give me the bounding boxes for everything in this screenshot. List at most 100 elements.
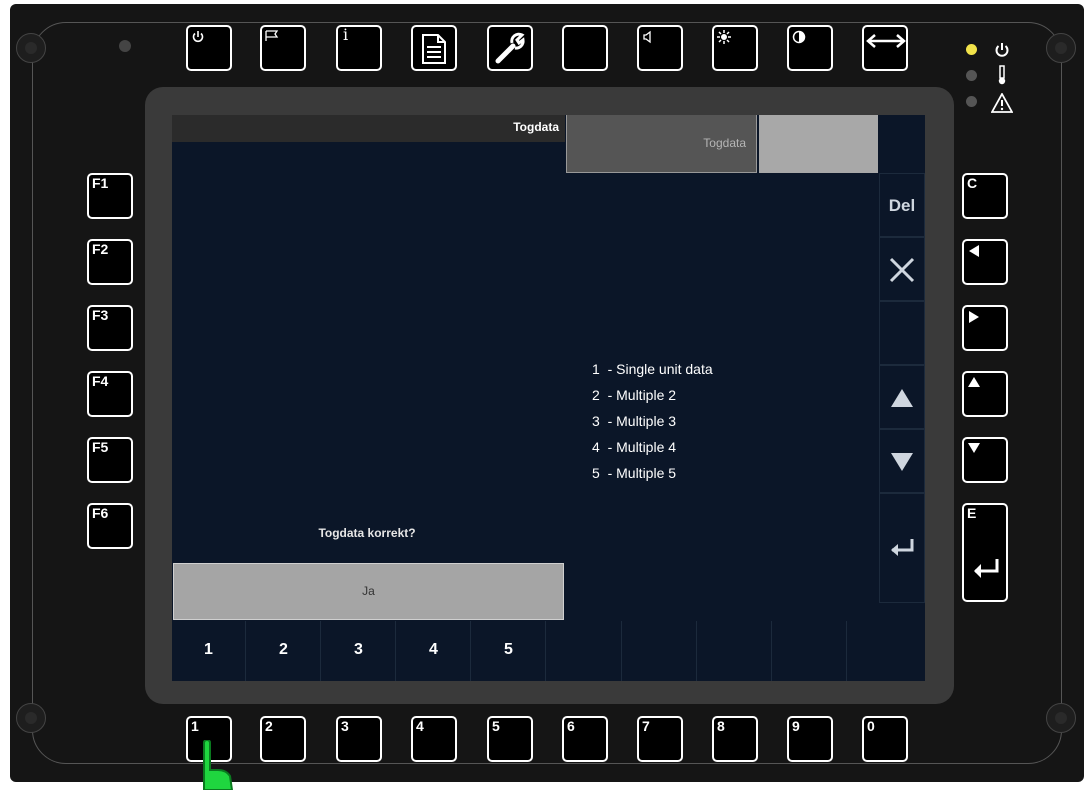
- document-button[interactable]: [411, 25, 457, 71]
- key-7-button[interactable]: 7: [637, 716, 683, 762]
- list-item: 5 - Multiple 5: [592, 465, 677, 481]
- key-3-button[interactable]: 3: [336, 716, 382, 762]
- key-label: 7: [642, 718, 650, 734]
- blank-button[interactable]: [562, 25, 608, 71]
- f1-button[interactable]: F1: [87, 173, 133, 219]
- num-softkey-7[interactable]: [623, 621, 697, 681]
- speaker-icon: [643, 30, 651, 44]
- key-2-button[interactable]: 2: [260, 716, 306, 762]
- swap-button[interactable]: [862, 25, 908, 71]
- key-label: 5: [492, 718, 500, 734]
- ja-label: Ja: [362, 584, 375, 598]
- num-softkey-3[interactable]: 3: [322, 621, 396, 681]
- brightness-button[interactable]: [712, 25, 758, 71]
- temperature-led: [966, 70, 977, 81]
- arrow-right-icon: [969, 311, 979, 323]
- display-screen: Togdata Togdata 1 - Single unit data 2 -…: [172, 115, 925, 681]
- num-softkey-5[interactable]: 5: [472, 621, 546, 681]
- num-softkey-10[interactable]: [848, 621, 922, 681]
- f6-button[interactable]: F6: [87, 503, 133, 549]
- f4-button[interactable]: F4: [87, 371, 133, 417]
- key-6-button[interactable]: 6: [562, 716, 608, 762]
- key-label: 4: [416, 718, 424, 734]
- arrow-up-icon: [968, 377, 980, 387]
- left-button[interactable]: [962, 239, 1008, 285]
- num-softkey-9[interactable]: [773, 621, 847, 681]
- brightness-icon: [717, 30, 731, 44]
- blank-softkey[interactable]: [879, 301, 925, 365]
- power-icon: [192, 31, 204, 43]
- num-softkey-4[interactable]: 4: [397, 621, 471, 681]
- power-led: [966, 44, 977, 55]
- screw-bottom-right: [1046, 703, 1076, 733]
- num-softkey-8[interactable]: [698, 621, 772, 681]
- key-label: 8: [717, 718, 725, 734]
- up-button[interactable]: [962, 371, 1008, 417]
- tab-empty[interactable]: [759, 115, 878, 173]
- enter-button[interactable]: E: [962, 503, 1008, 602]
- swap-horizontal-icon: [866, 34, 906, 48]
- screw-top-right: [1046, 33, 1076, 63]
- contrast-button[interactable]: [787, 25, 833, 71]
- num-softkey-label: 2: [279, 641, 288, 658]
- key-label: 9: [792, 718, 800, 734]
- down-button[interactable]: [962, 437, 1008, 483]
- del-label: Del: [888, 196, 916, 215]
- enter-label: E: [967, 505, 977, 521]
- f2-label: F2: [92, 241, 109, 257]
- key-4-button[interactable]: 4: [411, 716, 457, 762]
- hand-cursor-icon: [203, 740, 234, 790]
- num-softkey-label: 4: [429, 641, 438, 658]
- list-item: 2 - Multiple 2: [592, 387, 677, 403]
- side-softkeys: Del: [879, 173, 925, 603]
- num-softkey-2[interactable]: 2: [247, 621, 321, 681]
- enter-icon: [974, 559, 999, 578]
- list-item: 3 - Multiple 3: [592, 413, 677, 429]
- power-button[interactable]: [186, 25, 232, 71]
- f2-button[interactable]: F2: [87, 239, 133, 285]
- flag-button[interactable]: [260, 25, 306, 71]
- key-8-button[interactable]: 8: [712, 716, 758, 762]
- num-softkey-1[interactable]: 1: [172, 621, 246, 681]
- volume-button[interactable]: [637, 25, 683, 71]
- close-icon: [889, 257, 915, 283]
- info-button[interactable]: i: [336, 25, 382, 71]
- f3-button[interactable]: F3: [87, 305, 133, 351]
- option-list: 1 - Single unit data 2 - Multiple 2 3 - …: [592, 356, 713, 486]
- clear-button[interactable]: C: [962, 173, 1008, 219]
- key-label: 3: [341, 718, 349, 734]
- num-softkey-6[interactable]: [548, 621, 622, 681]
- settings-button[interactable]: [487, 25, 533, 71]
- key-5-button[interactable]: 5: [487, 716, 533, 762]
- flag-icon: [265, 30, 279, 41]
- key-label: 6: [567, 718, 575, 734]
- f3-label: F3: [92, 307, 109, 323]
- ja-button[interactable]: Ja: [173, 563, 564, 620]
- page-title: Togdata: [513, 120, 559, 134]
- power-status-icon: [995, 43, 1009, 57]
- num-softkey-label: 1: [204, 641, 213, 658]
- del-softkey[interactable]: Del: [879, 173, 925, 237]
- enter-softkey[interactable]: [879, 493, 925, 603]
- contrast-icon: [792, 30, 806, 44]
- list-item: 1 - Single unit data: [592, 361, 713, 377]
- f6-label: F6: [92, 505, 109, 521]
- key-label: 1: [191, 718, 199, 734]
- confirm-question: Togdata korrekt?: [318, 526, 416, 540]
- key-9-button[interactable]: 9: [787, 716, 833, 762]
- warning-led: [966, 96, 977, 107]
- scroll-up-softkey[interactable]: [879, 365, 925, 429]
- arrow-up-icon: [891, 389, 913, 407]
- document-icon: [422, 34, 446, 64]
- arrow-down-icon: [891, 453, 913, 471]
- key-0-button[interactable]: 0: [862, 716, 908, 762]
- list-item: 4 - Multiple 4: [592, 439, 677, 455]
- screw-top-left: [16, 33, 46, 63]
- right-button[interactable]: [962, 305, 1008, 351]
- arrow-down-icon: [968, 443, 980, 453]
- cancel-softkey[interactable]: [879, 237, 925, 301]
- tab-togdata[interactable]: Togdata: [566, 115, 757, 173]
- light-sensor: [119, 40, 131, 52]
- f5-button[interactable]: F5: [87, 437, 133, 483]
- scroll-down-softkey[interactable]: [879, 429, 925, 493]
